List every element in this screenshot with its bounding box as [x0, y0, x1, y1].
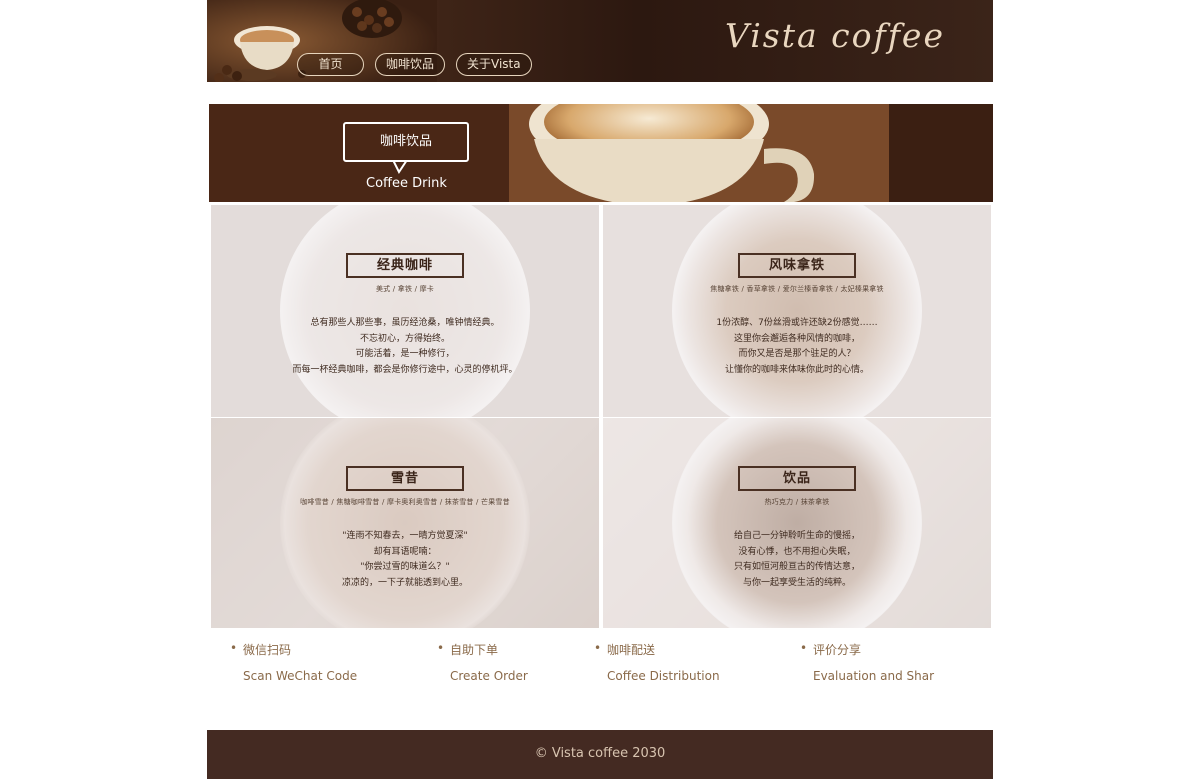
- service-features: • 微信扫码 Scan WeChat Code • 自助下单 Create Orde…: [230, 641, 990, 691]
- feature-coffee-distribution[interactable]: • 咖啡配送 Coffee Distribution: [594, 641, 720, 683]
- card-title: 风味拿铁: [738, 253, 856, 278]
- menu-card-flavored-latte[interactable]: 风味拿铁 焦糖拿铁 / 香草拿铁 / 爱尔兰榛香拿铁 / 太妃榛果拿铁 1份浓醇…: [603, 205, 991, 417]
- brand-logo-text: Vista coffee: [724, 16, 945, 55]
- bullet-icon: •: [437, 641, 445, 655]
- main-nav: 首页 咖啡饮品 关于Vista: [297, 53, 532, 76]
- nav-item-home[interactable]: 首页: [297, 53, 364, 76]
- card-description: 总有那些人那些事，虽历经沧桑，唯钟情经典。 不忘初心，方得始终。 可能活着，是一…: [292, 318, 518, 375]
- latte-cup-image: [209, 104, 993, 202]
- card-title: 经典咖啡: [346, 253, 464, 278]
- menu-card-classic-coffee[interactable]: 经典咖啡 美式 / 拿铁 / 摩卡 总有那些人那些事，虽历经沧桑，唯钟情经典。 …: [211, 205, 599, 417]
- copyright-text: © Vista coffee 2030: [534, 746, 666, 761]
- card-description: 给自己一分钟聆听生命的慢摇， 没有心悸，也不用担心失眠， 只有如恒河般亘古的传情…: [733, 531, 860, 588]
- feature-scan-wechat[interactable]: • 微信扫码 Scan WeChat Code: [230, 641, 357, 683]
- bullet-icon: •: [800, 641, 808, 655]
- bullet-icon: •: [230, 641, 238, 655]
- card-variants: 咖啡雪昔 / 焦糖咖啡雪昔 / 摩卡奥利奥雪昔 / 抹茶雪昔 / 芒果雪昔: [300, 498, 510, 506]
- nav-item-about-vista[interactable]: 关于Vista: [456, 53, 532, 76]
- bullet-icon: •: [594, 641, 602, 655]
- site-header: Vista coffee 首页 咖啡饮品 关于Vista: [207, 0, 993, 82]
- speech-tail-icon: [393, 160, 408, 174]
- banner-title-bubble: 咖啡饮品: [343, 122, 469, 162]
- card-title: 雪昔: [346, 466, 464, 491]
- card-variants: 热巧克力 / 抹茶拿铁: [764, 498, 830, 506]
- coffee-drink-banner: 咖啡饮品 Coffee Drink: [209, 104, 993, 202]
- menu-card-frappe[interactable]: 雪昔 咖啡雪昔 / 焦糖咖啡雪昔 / 摩卡奥利奥雪昔 / 抹茶雪昔 / 芒果雪昔…: [211, 418, 599, 628]
- card-description: "连雨不知春去，一晴方觉夏深" 却有耳语呢喃： "你尝过雪的味道么？" 凉凉的，…: [341, 531, 468, 588]
- site-footer: © Vista coffee 2030: [207, 730, 993, 779]
- feature-evaluation-share[interactable]: • 评价分享 Evaluation and Shar: [800, 641, 934, 683]
- card-title: 饮品: [738, 466, 856, 491]
- card-variants: 焦糖拿铁 / 香草拿铁 / 爱尔兰榛香拿铁 / 太妃榛果拿铁: [710, 285, 884, 293]
- card-variants: 美式 / 拿铁 / 摩卡: [375, 285, 435, 293]
- feature-create-order[interactable]: • 自助下单 Create Order: [437, 641, 528, 683]
- card-description: 1份浓醇、7份丝滑或许还缺2份感觉…… 这里你会邂逅各种风情的咖啡， 而你又是否…: [716, 318, 878, 375]
- nav-item-coffee-drinks[interactable]: 咖啡饮品: [375, 53, 446, 76]
- menu-card-beverages[interactable]: 饮品 热巧克力 / 抹茶拿铁 给自己一分钟聆听生命的慢摇， 没有心悸，也不用担心…: [603, 418, 991, 628]
- banner-subtitle: Coffee Drink: [366, 176, 447, 191]
